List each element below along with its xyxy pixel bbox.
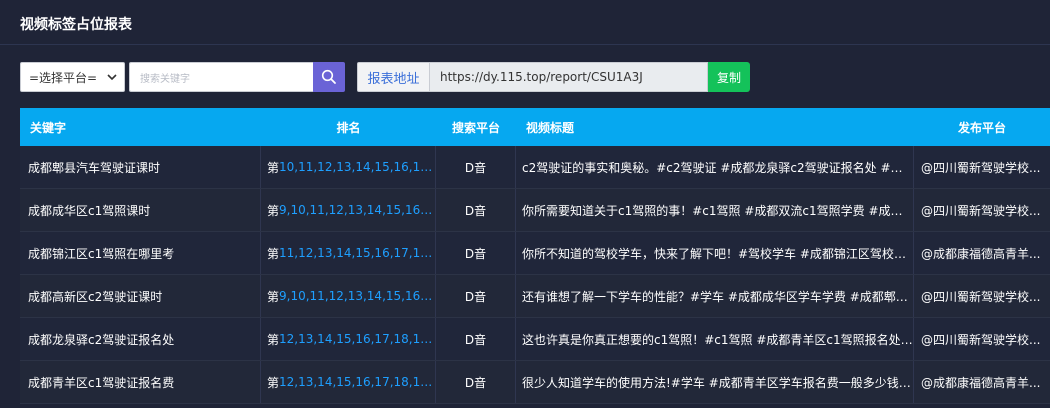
header-publisher[interactable]: 发布平台 [914,108,1050,146]
cell-rank: 第 11,12,13,14,15,16,17,18,1... [261,232,436,274]
cell-keyword: 成都郫县汽车驾驶证课时 [20,146,261,188]
rank-prefix: 第 [267,246,280,261]
rank-prefix: 第 [267,332,280,347]
report-address-label: 报表地址 [357,62,430,92]
cell-keyword: 成都成华区c1驾照课时 [20,189,261,231]
cell-rank: 第 10,11,12,13,14,15,16,17,1... [261,146,436,188]
rank-values: 10,11,12,13,14,15,16,17,1... [279,160,435,174]
cell-platform: D音 [436,232,516,274]
table-row[interactable]: 成都锦江区c1驾照在哪里考 第 11,12,13,14,15,16,17,18,1… [20,232,1050,275]
chevron-down-icon [107,74,117,81]
video-title-text: 很少人知道学车的使用方法!#学车 #成都青羊区学车报名费一般多少钱 #成都 [522,375,913,390]
table-row[interactable]: 成都龙泉驿c2驾驶证报名处 第 12,13,14,15,16,17,18,19,2… [20,318,1050,361]
rank-values: 9,10,11,12,13,14,15,16,17,... [279,203,435,217]
cell-keyword: 成都青羊区c1驾驶证报名费 [20,361,261,403]
video-title-text: 你所需要知道关于c1驾照的事！#c1驾照 #成都双流c1驾照学费 #成都温江c1 [522,203,913,218]
cell-video-title[interactable]: 很少人知道学车的使用方法!#学车 #成都青羊区学车报名费一般多少钱 #成都 [516,361,914,403]
cell-platform: D音 [436,318,516,360]
page-title: 视频标签占位报表 [20,17,132,33]
header-keyword[interactable]: 关键字 [20,108,261,146]
cell-publisher[interactable]: @四川蜀新驾驶学校... [914,189,1050,231]
rank-values: 9,10,11,12,13,14,15,16,17,... [279,289,435,303]
rank-prefix: 第 [267,160,280,175]
cell-rank: 第 12,13,14,15,16,17,18,19,2... [261,361,436,403]
rank-prefix: 第 [267,289,280,304]
table-row[interactable]: 成都高新区c2驾驶证课时 第9,10,11,12,13,14,15,16,17,… [20,275,1050,318]
header-video-title[interactable]: 视频标题 [516,108,914,146]
publisher-text: @四川蜀新驾驶学校... [921,203,1041,218]
report-url-field[interactable]: https://dy.115.top/report/CSU1A3J [430,62,708,92]
cell-video-title[interactable]: 这也许真是你真正想要的c1驾照！#c1驾照 #成都青羊区c1驾照报名处 #成都 [516,318,914,360]
cell-video-title[interactable]: 还有谁想了解一下学车的性能？#学车 #成都成华区学车学费 #成都郫县学车 [516,275,914,317]
video-title-text: c2驾驶证的事实和奥秘。#c2驾驶证 #成都龙泉驿c2驾驶证报名处 #成都郫县 [522,160,913,175]
table-row[interactable]: 成都郫县汽车驾驶证课时 第 10,11,12,13,14,15,16,17,1..… [20,146,1050,189]
cell-platform: D音 [436,361,516,403]
video-title-text: 这也许真是你真正想要的c1驾照！#c1驾照 #成都青羊区c1驾照报名处 #成都 [522,332,913,347]
rank-values: 12,13,14,15,16,17,18,19,2... [279,332,435,346]
cell-platform: D音 [436,189,516,231]
publisher-text: @四川蜀新驾驶学校... [921,289,1041,304]
publisher-text: @成都康福德高青羊... [921,246,1041,261]
cell-publisher[interactable]: @四川蜀新驾驶学校... [914,318,1050,360]
rank-values: 11,12,13,14,15,16,17,18,1... [279,246,435,260]
publisher-text: @成都康福德高青羊... [921,375,1041,390]
cell-rank: 第9,10,11,12,13,14,15,16,17,... [261,275,436,317]
cell-keyword: 成都高新区c2驾驶证课时 [20,275,261,317]
search-input[interactable]: 搜索关键字 [129,62,313,92]
platform-select-value: =选择平台= [29,70,98,85]
platform-select[interactable]: =选择平台= [20,62,125,92]
cell-keyword: 成都锦江区c1驾照在哪里考 [20,232,261,274]
cell-video-title[interactable]: c2驾驶证的事实和奥秘。#c2驾驶证 #成都龙泉驿c2驾驶证报名处 #成都郫县 [516,146,914,188]
search-icon [321,69,336,84]
copy-button[interactable]: 复制 [708,62,750,92]
cell-platform: D音 [436,146,516,188]
table-body: 成都郫县汽车驾驶证课时 第 10,11,12,13,14,15,16,17,1..… [20,146,1050,404]
rank-prefix: 第 [267,375,280,390]
rank-values: 12,13,14,15,16,17,18,19,2... [279,375,435,389]
header-rank[interactable]: 排名 [261,108,436,146]
cell-publisher[interactable]: @成都康福德高青羊... [914,361,1050,403]
search-button[interactable] [313,62,345,92]
rank-prefix: 第 [267,203,280,218]
video-title-text: 还有谁想了解一下学车的性能？#学车 #成都成华区学车学费 #成都郫县学车 [522,289,913,304]
cell-keyword: 成都龙泉驿c2驾驶证报名处 [20,318,261,360]
table-header: 关键字 排名 搜索平台 视频标题 发布平台 [20,108,1050,146]
title-divider [0,44,1050,45]
publisher-text: @四川蜀新驾驶学校... [921,332,1041,347]
video-title-text: 你所不知道的驾校学车，快来了解下吧！#驾校学车 #成都锦江区驾校学车在哪 [522,246,913,261]
cell-video-title[interactable]: 你所需要知道关于c1驾照的事！#c1驾照 #成都双流c1驾照学费 #成都温江c1 [516,189,914,231]
table-row[interactable]: 成都青羊区c1驾驶证报名费 第 12,13,14,15,16,17,18,19,2… [20,361,1050,404]
cell-publisher[interactable]: @四川蜀新驾驶学校... [914,275,1050,317]
cell-video-title[interactable]: 你所不知道的驾校学车，快来了解下吧！#驾校学车 #成都锦江区驾校学车在哪 [516,232,914,274]
cell-publisher[interactable]: @成都康福德高青羊... [914,232,1050,274]
cell-rank: 第9,10,11,12,13,14,15,16,17,... [261,189,436,231]
report-table: 关键字 排名 搜索平台 视频标题 发布平台 成都郫县汽车驾驶证课时 第 10,11… [20,108,1050,404]
table-row[interactable]: 成都成华区c1驾照课时 第9,10,11,12,13,14,15,16,17,.… [20,189,1050,232]
search-placeholder: 搜索关键字 [140,73,190,85]
header-platform[interactable]: 搜索平台 [436,108,516,146]
publisher-text: @四川蜀新驾驶学校... [921,160,1041,175]
cell-publisher[interactable]: @四川蜀新驾驶学校... [914,146,1050,188]
cell-platform: D音 [436,275,516,317]
cell-rank: 第 12,13,14,15,16,17,18,19,2... [261,318,436,360]
